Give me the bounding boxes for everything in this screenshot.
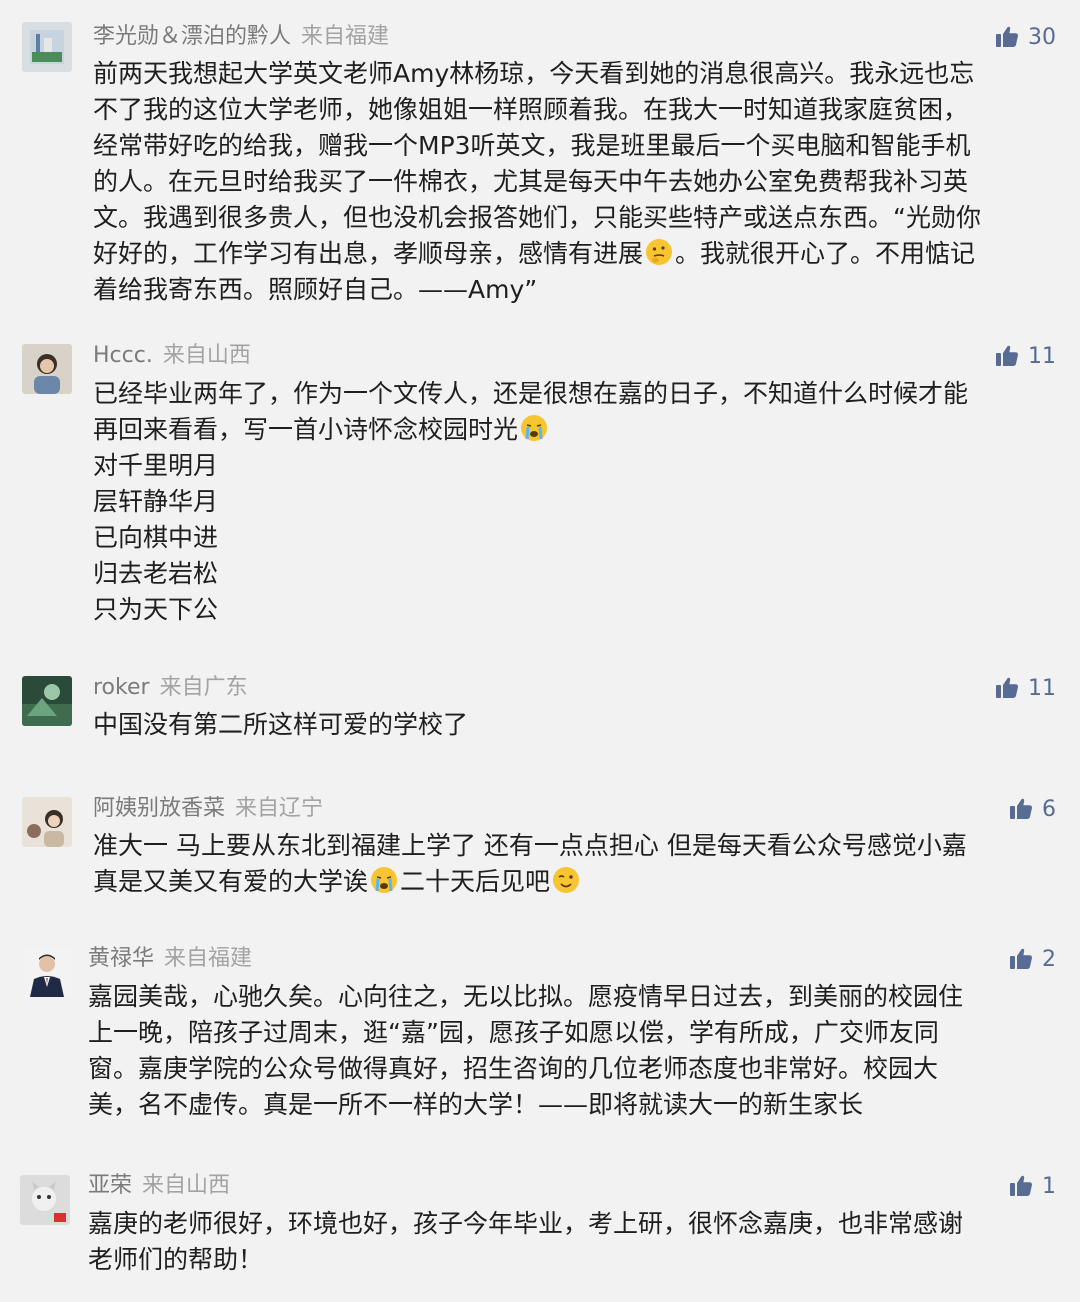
crying-face-emoji xyxy=(369,865,399,895)
like-count: 2 xyxy=(1042,946,1056,972)
comment-line: 不了我的这位大学老师，她像姐姐一样照顾着我。在我大一时知道我家庭贫困， xyxy=(93,95,969,124)
nickname[interactable]: 黄禄华 xyxy=(88,946,154,971)
comment-header: 阿姨别放香菜 来自辽宁 xyxy=(93,794,323,824)
like-count: 30 xyxy=(1028,24,1056,50)
nickname[interactable]: 李光勋＆漂泊的黔人 xyxy=(93,24,291,49)
comment-header: 李光勋＆漂泊的黔人 来自福建 xyxy=(93,22,389,52)
comment-line: 的人。在元旦时给我买了一件棉衣，尤其是每天中午去她办公室免费帮我补习英 xyxy=(93,167,969,196)
poem-line: 归去老岩松 xyxy=(93,559,219,588)
like-count: 1 xyxy=(1042,1173,1056,1199)
like-count: 11 xyxy=(1028,343,1056,369)
comment-line: 美，名不虚传。真是一所不一样的大学！——即将就读大一的新生家长 xyxy=(88,1090,864,1119)
thumbs-up-icon xyxy=(1009,947,1033,971)
comment-line: 经常带好吃的给我，赠我一个MP3听英文，我是班里最后一个买电脑和智能手机 xyxy=(93,131,971,160)
like-button[interactable]: 11 xyxy=(995,673,1056,703)
nickname[interactable]: Hccc. xyxy=(93,343,153,368)
poem-line: 已向棋中进 xyxy=(93,523,219,552)
comment-line: 文。我遇到很多贵人，但也没机会报答她们，只能买些特产或送点东西。“光勋你 xyxy=(93,203,981,232)
avatar[interactable] xyxy=(22,344,72,394)
comment-line-part: 二十天后见吧 xyxy=(400,867,551,896)
comment-text: 准大一 马上要从东北到福建上学了 还有一点点担心 但是每天看公众号感觉小嘉 真是… xyxy=(93,828,967,900)
comment-line-part: 再回来看看，写一首小诗怀念校园时光 xyxy=(93,415,519,444)
comment-line: 再回来看看，写一首小诗怀念校园时光 xyxy=(93,412,968,448)
crying-face-emoji xyxy=(519,413,549,443)
avatar[interactable] xyxy=(22,22,72,72)
like-button[interactable]: 30 xyxy=(995,22,1056,52)
thumbs-up-icon xyxy=(995,676,1019,700)
avatar[interactable] xyxy=(22,676,72,726)
comment-line: 已经毕业两年了，作为一个文传人，还是很想在嘉的日子，不知道什么时候才能 xyxy=(93,379,969,408)
avatar[interactable] xyxy=(22,947,72,997)
region-label: 来自福建 xyxy=(301,24,390,49)
comment-line-part: 。我就很开心了。不用惦记 xyxy=(675,239,976,268)
comment-text: 已经毕业两年了，作为一个文传人，还是很想在嘉的日子，不知道什么时候才能 再回来看… xyxy=(93,376,968,628)
comment-text: 中国没有第二所这样可爱的学校了 xyxy=(93,707,468,743)
wink-face-emoji xyxy=(551,865,581,895)
like-count: 11 xyxy=(1028,675,1056,701)
thumbs-up-icon xyxy=(995,25,1019,49)
avatar[interactable] xyxy=(20,1175,70,1225)
comment-text: 嘉庚的老师很好，环境也好，孩子今年毕业，考上研，很怀念嘉庚，也非常感谢 老师们的… xyxy=(88,1206,963,1278)
comment-line-part: 好好的，工作学习有出息，孝顺母亲，感情有进展 xyxy=(93,239,644,268)
region-label: 来自山西 xyxy=(142,1173,231,1198)
comment-line: 准大一 马上要从东北到福建上学了 还有一点点担心 但是每天看公众号感觉小嘉 xyxy=(93,831,967,860)
comment-line-part: 真是又美又有爱的大学诶 xyxy=(93,867,369,896)
thumbs-up-icon xyxy=(1009,797,1033,821)
like-button[interactable]: 11 xyxy=(995,341,1056,371)
comment-item: Hccc. 来自山西 11 已经毕业两年了，作为一个文传人，还是很想在嘉的日子，不… xyxy=(0,320,1080,665)
like-button[interactable]: 6 xyxy=(1009,794,1056,824)
comment-item: 黄禄华 来自福建 2 嘉园美哉，心驰久矣。心向往之，无以比拟。愿疫情早日过去，到美… xyxy=(0,935,1080,1155)
comment-line: 前两天我想起大学英文老师Amy林杨琼，今天看到她的消息很高兴。我永远也忘 xyxy=(93,59,975,88)
comment-text: 前两天我想起大学英文老师Amy林杨琼，今天看到她的消息很高兴。我永远也忘 不了我… xyxy=(93,56,981,308)
poem-line: 层轩静华月 xyxy=(93,487,219,516)
comment-header: Hccc. 来自山西 xyxy=(93,341,251,371)
comment-item: 李光勋＆漂泊的黔人 来自福建 30 前两天我想起大学英文老师Amy林杨琼，今天看到… xyxy=(0,0,1080,320)
region-label: 来自广东 xyxy=(159,675,248,700)
comment-line: 中国没有第二所这样可爱的学校了 xyxy=(93,710,469,739)
comment-line: 嘉园美哉，心驰久矣。心向往之，无以比拟。愿疫情早日过去，到美丽的校园住 xyxy=(88,982,964,1011)
like-button[interactable]: 1 xyxy=(1009,1171,1056,1201)
like-button[interactable]: 2 xyxy=(1009,944,1056,974)
comment-item: roker 来自广东 11 中国没有第二所这样可爱的学校了 xyxy=(0,665,1080,785)
thumbs-up-icon xyxy=(1009,1174,1033,1198)
region-label: 来自辽宁 xyxy=(235,796,324,821)
comment-text: 嘉园美哉，心驰久矣。心向往之，无以比拟。愿疫情早日过去，到美丽的校园住 上一晚，… xyxy=(88,979,963,1123)
comment-line: 窗。嘉庚学院的公众号做得真好，招生咨询的几位老师态度也非常好。校园大 xyxy=(88,1054,939,1083)
nickname[interactable]: 阿姨别放香菜 xyxy=(93,796,225,821)
comment-header: roker 来自广东 xyxy=(93,673,248,703)
comment-header: 黄禄华 来自福建 xyxy=(88,944,252,974)
nickname[interactable]: 亚荣 xyxy=(88,1173,132,1198)
nickname[interactable]: roker xyxy=(93,675,150,700)
comment-header: 亚荣 来自山西 xyxy=(88,1171,230,1201)
comment-line: 真是又美又有爱的大学诶 二十天后见吧 xyxy=(93,864,967,900)
comment-item: 亚荣 来自山西 1 嘉庚的老师很好，环境也好，孩子今年毕业，考上研，很怀念嘉庚，也… xyxy=(0,1155,1080,1302)
thumbs-up-icon xyxy=(995,344,1019,368)
poem-line: 对千里明月 xyxy=(93,451,219,480)
thinking-face-emoji xyxy=(644,237,674,267)
comment-line: 上一晚，陪孩子过周末，逛“嘉”园，愿孩子如愿以偿，学有所成，广交师友同 xyxy=(88,1018,939,1047)
region-label: 来自福建 xyxy=(164,946,253,971)
comment-line: 嘉庚的老师很好，环境也好，孩子今年毕业，考上研，很怀念嘉庚，也非常感谢 xyxy=(88,1209,964,1238)
poem-line: 只为天下公 xyxy=(93,595,219,624)
comment-line: 着给我寄东西。照顾好自己。——Amy” xyxy=(93,275,538,304)
region-label: 来自山西 xyxy=(162,343,251,368)
comment-item: 阿姨别放香菜 来自辽宁 6 准大一 马上要从东北到福建上学了 还有一点点担心 但是… xyxy=(0,785,1080,935)
comment-line: 好好的，工作学习有出息，孝顺母亲，感情有进展 。我就很开心了。不用惦记 xyxy=(93,236,981,272)
like-count: 6 xyxy=(1042,796,1056,822)
comment-line: 老师们的帮助！ xyxy=(88,1245,264,1274)
avatar[interactable] xyxy=(22,797,72,847)
